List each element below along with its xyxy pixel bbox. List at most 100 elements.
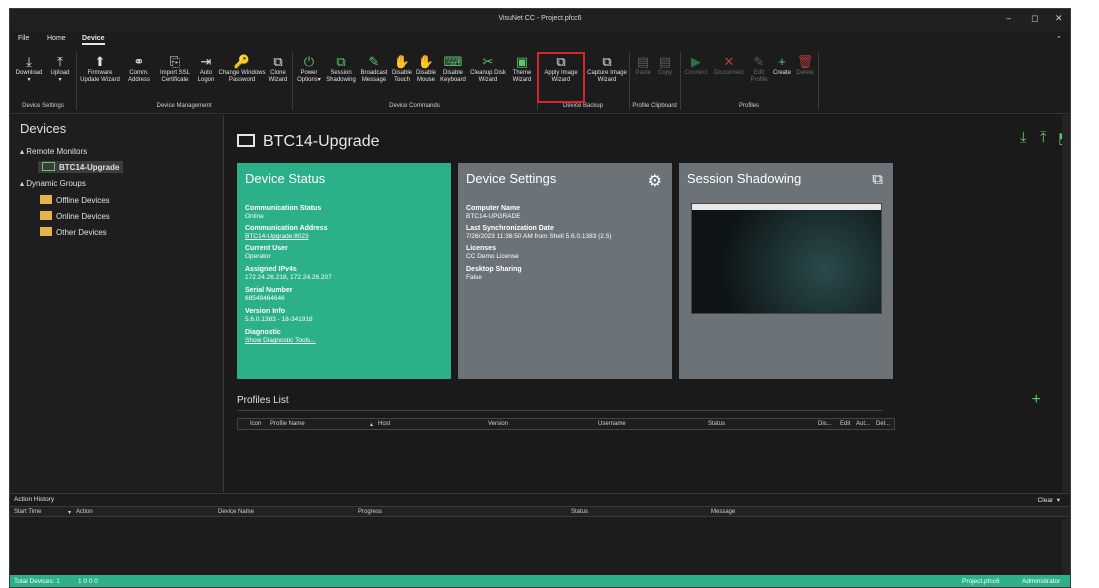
firmware-update-wizard-button[interactable]: ⬆ Firmware Update Wizard: [78, 54, 122, 84]
capture-image-icon: ⧉: [602, 54, 612, 69]
capture-image-wizard-button[interactable]: ⧉ Capture Image Wizard: [586, 54, 628, 84]
add-profile-icon[interactable]: +: [1032, 391, 1041, 409]
group-device-commands: Device Commands: [389, 103, 440, 109]
communication-address-link[interactable]: BTC14-Upgrade:8023: [245, 233, 309, 240]
col-action[interactable]: Action: [76, 509, 93, 515]
col-auto[interactable]: Aut...: [856, 421, 870, 427]
tree-offline-devices[interactable]: Offline Devices: [40, 195, 110, 205]
menu-device[interactable]: Device: [82, 35, 105, 45]
session-shadowing-card[interactable]: Session Shadowing ⧉: [679, 163, 893, 379]
download-icon: ⤓: [26, 54, 32, 69]
tree-other-devices[interactable]: Other Devices: [40, 227, 107, 237]
power-options-button[interactable]: ⏻ Power Options▾: [294, 54, 324, 84]
clone-icon: ⧉: [273, 54, 283, 69]
collapse-ribbon-button[interactable]: ⌃: [1056, 35, 1062, 43]
copy-icon: ▤: [658, 54, 672, 69]
copy-button[interactable]: ▤ Copy: [655, 54, 675, 77]
group-device-management: Device Management: [156, 103, 212, 109]
delete-profile-button[interactable]: 🗑 Delete: [794, 54, 816, 77]
minimize-button[interactable]: –: [1006, 13, 1011, 23]
create-profile-button[interactable]: + Create: [770, 54, 794, 77]
clone-wizard-button[interactable]: ⧉ Clone Wizard: [266, 54, 290, 84]
disconnect-button[interactable]: ✕ Disconnect: [711, 54, 747, 77]
diagnostic-field: Diagnostic Show Diagnostic Tools...: [245, 329, 316, 344]
import-ssl-certificate-button[interactable]: ⎘ Import SSL Certificate: [156, 54, 194, 84]
communication-address-field: Communication Address BTC14-Upgrade:8023: [245, 225, 328, 240]
col-status[interactable]: Status: [708, 421, 725, 427]
device-status-card: Device Status Communication Status Online…: [237, 163, 451, 379]
ribbon-separator: [76, 52, 77, 110]
col-icon[interactable]: Icon: [250, 421, 261, 427]
upload-icon[interactable]: ⤒: [1040, 129, 1047, 146]
folder-icon: [40, 211, 52, 220]
col-status[interactable]: Status: [571, 509, 588, 515]
session-shadowing-button[interactable]: ⧉ Session Shadowing: [324, 54, 358, 84]
app-window: VisuNet CC - Project.pfcc6 – ◻ ✕ File Ho…: [9, 8, 1071, 588]
menu-file[interactable]: File: [18, 35, 29, 42]
session-preview-image[interactable]: [691, 203, 882, 314]
current-user-field: Current User Operator: [245, 245, 288, 260]
menu-home[interactable]: Home: [47, 35, 66, 42]
gear-icon[interactable]: ⚙: [648, 171, 662, 191]
theme-wizard-button[interactable]: ▣ Theme Wizard: [508, 54, 536, 84]
col-profile-name[interactable]: Profile Name: [270, 421, 305, 427]
col-disconnect[interactable]: Dis...: [818, 421, 832, 427]
show-diagnostic-tools-link[interactable]: Show Diagnostic Tools...: [245, 337, 316, 344]
col-delete[interactable]: Del...: [876, 421, 890, 427]
maximize-button[interactable]: ◻: [1031, 13, 1038, 24]
col-version[interactable]: Version: [488, 421, 508, 427]
tree-dynamic-groups[interactable]: ▴ Dynamic Groups: [20, 179, 86, 188]
current-user: Administrator: [1022, 578, 1061, 585]
comm-address-button[interactable]: ⚭ Comm. Address: [123, 54, 155, 84]
group-profile-clipboard: Profile Clipboard: [632, 103, 677, 109]
main-scrollbar[interactable]: [1062, 115, 1070, 492]
tree-device-item[interactable]: BTC14-Upgrade: [38, 161, 124, 173]
col-username[interactable]: Username: [598, 421, 626, 427]
disable-touch-button[interactable]: ✋ Disable Touch: [390, 54, 414, 84]
paste-icon: ▤: [636, 54, 650, 69]
status-bar: Total Devices: 1 1 0 0 0 Project.pfcc6 A…: [10, 575, 1070, 587]
col-message[interactable]: Message: [711, 509, 735, 515]
disable-mouse-button[interactable]: ✋ Disable Mouse: [414, 54, 438, 84]
assigned-ipv4s-field: Assigned IPv4s 172.24.26.218, 172.24.26.2…: [245, 266, 332, 281]
cleanup-disk-wizard-button[interactable]: ✂ Cleanup Disk Wizard: [468, 54, 508, 84]
link-icon: ⚭: [133, 54, 145, 69]
monitor-icon: [237, 134, 255, 147]
ribbon-separator: [629, 52, 630, 110]
broadcast-message-button[interactable]: ✎ Broadcast Message: [358, 54, 390, 84]
edit-profile-button[interactable]: ✎ Edit Profile: [748, 54, 770, 84]
download-icon[interactable]: ⤓: [1020, 129, 1027, 146]
mouse-icon: ✋: [417, 54, 435, 69]
session-shadowing-icon[interactable]: ⧉: [872, 171, 883, 188]
connect-button[interactable]: ▶ Connect: [682, 54, 710, 77]
group-device-settings: Device Settings: [22, 103, 64, 109]
close-button[interactable]: ✕: [1055, 13, 1063, 24]
close-icon: ✕: [723, 54, 735, 69]
certificate-icon: ⎘: [169, 54, 181, 69]
serial-number-field: Serial Number 68548464646: [245, 287, 293, 302]
ribbon-separator: [818, 52, 819, 110]
device-title: BTC14-Upgrade: [237, 133, 380, 151]
col-progress[interactable]: Progress: [358, 509, 382, 515]
clear-history-button[interactable]: Clear ▾: [1038, 496, 1060, 504]
firmware-icon: ⬆: [94, 54, 106, 69]
profiles-table-header: Icon Profile Name ▴ Host Version Usernam…: [237, 418, 895, 430]
upload-button[interactable]: ⤒ Upload ▾: [46, 54, 74, 84]
trash-icon: 🗑: [796, 54, 814, 69]
change-windows-password-button[interactable]: 🔑 Change Windows Password: [218, 54, 266, 84]
history-scrollbar[interactable]: [1062, 518, 1070, 576]
download-button[interactable]: ⤓ Download ▾: [12, 54, 46, 84]
col-start-time[interactable]: Start Time: [14, 509, 41, 515]
sort-icon: ▾: [68, 510, 72, 516]
paste-button[interactable]: ▤ Paste: [633, 54, 653, 77]
tree-remote-monitors[interactable]: ▴ Remote Monitors: [20, 147, 87, 156]
devices-title: Devices: [20, 121, 67, 136]
col-host[interactable]: Host: [378, 421, 390, 427]
auto-logon-button[interactable]: ⇥ Auto Logon: [194, 54, 218, 84]
col-device-name[interactable]: Device Name: [218, 509, 254, 515]
tree-online-devices[interactable]: Online Devices: [40, 211, 110, 221]
disable-keyboard-button[interactable]: ⌨ Disable Keyboard: [438, 54, 468, 84]
theme-icon: ▣: [515, 54, 529, 69]
device-settings-card[interactable]: Device Settings ⚙ Computer Name BTC14-UPG…: [458, 163, 672, 379]
col-edit[interactable]: Edit: [840, 421, 850, 427]
